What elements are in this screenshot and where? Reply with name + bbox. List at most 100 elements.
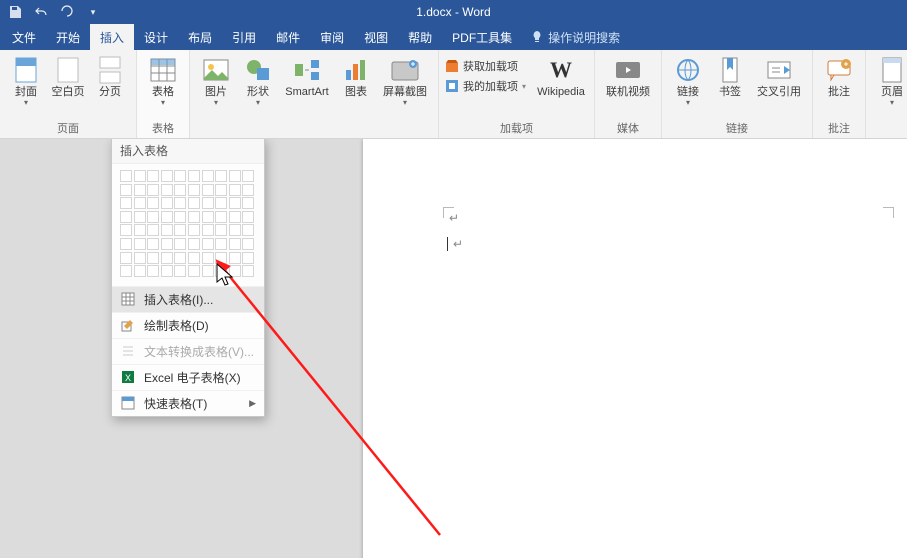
- tab-mailings[interactable]: 邮件: [266, 24, 310, 50]
- tab-view[interactable]: 视图: [354, 24, 398, 50]
- tell-me-search[interactable]: 操作说明搜索: [530, 24, 620, 50]
- grid-cell[interactable]: [215, 211, 227, 223]
- grid-cell[interactable]: [147, 238, 159, 250]
- grid-cell[interactable]: [215, 265, 227, 277]
- grid-cell[interactable]: [120, 224, 132, 236]
- grid-cell[interactable]: [120, 170, 132, 182]
- grid-cell[interactable]: [161, 265, 173, 277]
- online-video-button[interactable]: 联机视频: [601, 52, 655, 98]
- header-button[interactable]: 页眉 ▾: [872, 52, 907, 107]
- grid-cell[interactable]: [229, 211, 241, 223]
- table-button[interactable]: 表格 ▾: [143, 52, 183, 107]
- tab-help[interactable]: 帮助: [398, 24, 442, 50]
- grid-cell[interactable]: [134, 170, 146, 182]
- grid-cell[interactable]: [174, 184, 186, 196]
- grid-cell[interactable]: [215, 184, 227, 196]
- grid-cell[interactable]: [202, 224, 214, 236]
- grid-cell[interactable]: [202, 252, 214, 264]
- grid-cell[interactable]: [161, 211, 173, 223]
- grid-cell[interactable]: [161, 170, 173, 182]
- grid-cell[interactable]: [134, 197, 146, 209]
- grid-cell[interactable]: [215, 197, 227, 209]
- grid-cell[interactable]: [134, 211, 146, 223]
- grid-cell[interactable]: [229, 224, 241, 236]
- undo-icon[interactable]: [32, 3, 50, 21]
- grid-cell[interactable]: [120, 252, 132, 264]
- grid-cell[interactable]: [147, 197, 159, 209]
- grid-cell[interactable]: [242, 252, 254, 264]
- redo-icon[interactable]: [58, 3, 76, 21]
- grid-cell[interactable]: [174, 197, 186, 209]
- grid-cell[interactable]: [120, 265, 132, 277]
- grid-cell[interactable]: [147, 211, 159, 223]
- grid-cell[interactable]: [202, 211, 214, 223]
- bookmark-button[interactable]: 书签: [710, 52, 750, 98]
- grid-cell[interactable]: [215, 224, 227, 236]
- grid-cell[interactable]: [134, 238, 146, 250]
- grid-cell[interactable]: [215, 238, 227, 250]
- grid-cell[interactable]: [229, 238, 241, 250]
- grid-cell[interactable]: [215, 170, 227, 182]
- grid-cell[interactable]: [229, 197, 241, 209]
- grid-cell[interactable]: [188, 211, 200, 223]
- grid-cell[interactable]: [202, 184, 214, 196]
- grid-cell[interactable]: [242, 211, 254, 223]
- grid-cell[interactable]: [229, 170, 241, 182]
- crossref-button[interactable]: 交叉引用: [752, 52, 806, 98]
- grid-cell[interactable]: [229, 184, 241, 196]
- grid-cell[interactable]: [120, 211, 132, 223]
- link-button[interactable]: 链接 ▾: [668, 52, 708, 107]
- grid-cell[interactable]: [174, 170, 186, 182]
- menu-quick-tables[interactable]: 快速表格(T) ▶: [112, 390, 264, 416]
- tab-home[interactable]: 开始: [46, 24, 90, 50]
- grid-cell[interactable]: [242, 184, 254, 196]
- grid-cell[interactable]: [147, 170, 159, 182]
- grid-cell[interactable]: [161, 197, 173, 209]
- grid-cell[interactable]: [174, 238, 186, 250]
- wikipedia-button[interactable]: W Wikipedia: [534, 52, 588, 98]
- grid-cell[interactable]: [161, 184, 173, 196]
- save-icon[interactable]: [6, 3, 24, 21]
- grid-cell[interactable]: [215, 252, 227, 264]
- grid-cell[interactable]: [174, 224, 186, 236]
- grid-cell[interactable]: [202, 170, 214, 182]
- comment-button[interactable]: 批注: [819, 52, 859, 98]
- grid-cell[interactable]: [134, 252, 146, 264]
- grid-cell[interactable]: [229, 252, 241, 264]
- grid-cell[interactable]: [242, 224, 254, 236]
- grid-cell[interactable]: [161, 252, 173, 264]
- grid-cell[interactable]: [161, 224, 173, 236]
- grid-cell[interactable]: [174, 265, 186, 277]
- grid-cell[interactable]: [188, 238, 200, 250]
- shapes-button[interactable]: 形状 ▾: [238, 52, 278, 107]
- smartart-button[interactable]: SmartArt: [280, 52, 334, 98]
- grid-cell[interactable]: [188, 265, 200, 277]
- grid-cell[interactable]: [242, 238, 254, 250]
- grid-cell[interactable]: [147, 265, 159, 277]
- grid-cell[interactable]: [242, 197, 254, 209]
- chart-button[interactable]: 图表: [336, 52, 376, 98]
- grid-cell[interactable]: [229, 265, 241, 277]
- grid-cell[interactable]: [134, 224, 146, 236]
- grid-cell[interactable]: [242, 170, 254, 182]
- grid-cell[interactable]: [147, 224, 159, 236]
- grid-cell[interactable]: [161, 238, 173, 250]
- tab-insert[interactable]: 插入: [90, 24, 134, 50]
- grid-cell[interactable]: [188, 224, 200, 236]
- menu-draw-table[interactable]: 绘制表格(D): [112, 312, 264, 338]
- grid-cell[interactable]: [202, 238, 214, 250]
- grid-cell[interactable]: [188, 184, 200, 196]
- grid-cell[interactable]: [147, 252, 159, 264]
- grid-cell[interactable]: [174, 211, 186, 223]
- page[interactable]: ↵ ↵: [363, 139, 907, 558]
- cover-page-button[interactable]: 封面 ▾: [6, 52, 46, 107]
- grid-cell[interactable]: [202, 197, 214, 209]
- grid-cell[interactable]: [188, 197, 200, 209]
- get-addins-button[interactable]: 获取加载项: [445, 58, 526, 74]
- tab-pdf[interactable]: PDF工具集: [442, 24, 522, 50]
- grid-cell[interactable]: [242, 265, 254, 277]
- grid-cell[interactable]: [174, 252, 186, 264]
- tab-references[interactable]: 引用: [222, 24, 266, 50]
- table-size-grid[interactable]: [112, 164, 264, 286]
- picture-button[interactable]: 图片 ▾: [196, 52, 236, 107]
